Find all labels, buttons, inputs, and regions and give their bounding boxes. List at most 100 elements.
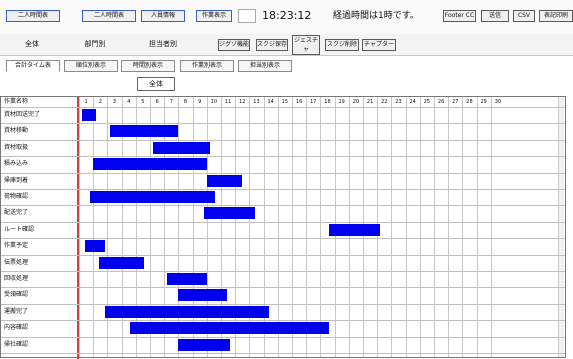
task-row-label: 荷物確認 [4, 193, 29, 200]
hour-gridline [292, 97, 293, 357]
toolbar-button-2[interactable]: 二人時間表 [82, 10, 136, 22]
action-button-2[interactable]: スクジ保存 [256, 39, 288, 51]
toolbar-button-1[interactable]: 二人時間表 [6, 10, 60, 22]
send-button[interactable]: 送信 [481, 10, 509, 22]
row-divider [1, 205, 565, 207]
hour-gridline [277, 97, 279, 357]
filter-select[interactable]: 全体 [137, 77, 175, 91]
task-row-label: 運搬完了 [4, 307, 29, 315]
tab-department[interactable]: 部門別 [70, 34, 120, 54]
task-row-label: 資材移動 [4, 127, 29, 135]
gantt-bar[interactable] [84, 240, 105, 253]
hour-label: 2 [98, 99, 102, 105]
toolbar-button-4[interactable]: 作業表示 [196, 10, 232, 22]
gantt-bar[interactable] [178, 338, 230, 351]
task-row-label: 積み込み [4, 160, 29, 168]
gantt-bar[interactable] [98, 256, 145, 269]
hour-gridline [419, 97, 421, 357]
top-toolbar: 二人時間表 二人時間表 人員情報 作業表示 18:23:12 経過時間は1時です… [0, 0, 573, 34]
hour-label: 10 [210, 99, 218, 105]
header-divider [1, 107, 565, 108]
gantt-bar[interactable] [167, 273, 207, 285]
hour-label: 1 [84, 99, 88, 105]
hour-label: 20 [352, 99, 360, 105]
status-message: 経過時間は1時です。 [333, 11, 419, 21]
subtab-rank[interactable]: 順位別表示 [64, 60, 118, 72]
hour-label: 28 [466, 99, 473, 105]
gantt-grid: 作業名称 1 2 3 4 5 6 7 8 9 10 11 12 13 14 15 16 17 18 19 20 21 22… [0, 96, 566, 359]
gantt-bar[interactable] [110, 125, 179, 138]
hour-gridline [178, 97, 180, 357]
gantt-bar[interactable] [130, 322, 329, 335]
action-button-4[interactable]: スクジ削除 [325, 39, 359, 51]
hour-label: 9 [198, 99, 202, 105]
row-divider [1, 139, 565, 141]
gantt-bar[interactable] [152, 141, 210, 154]
row-divider [1, 221, 565, 223]
row-divider [1, 271, 565, 272]
task-row-label: 内容確認 [4, 324, 29, 332]
row-divider [1, 303, 565, 305]
hour-label: 12 [239, 99, 246, 105]
subtab-hourly[interactable]: 時間別表示 [121, 60, 175, 72]
gantt-bar[interactable] [81, 109, 97, 121]
hour-gridline [476, 97, 478, 357]
hour-gridline [306, 97, 308, 357]
gantt-bar[interactable] [90, 191, 216, 203]
action-button-5[interactable]: チャプター [362, 39, 396, 51]
hour-label: 29 [480, 99, 487, 105]
tab-person[interactable]: 担当者別 [138, 34, 188, 54]
subtab-summary[interactable]: 合計タイム表 [6, 60, 60, 72]
gantt-bar[interactable] [93, 158, 207, 171]
hour-label: 17 [310, 99, 317, 105]
hour-gridline [235, 97, 237, 357]
hour-label: 14 [267, 99, 274, 105]
gantt-bar[interactable] [206, 174, 243, 187]
row-divider [1, 353, 565, 354]
task-row-label: 受領確認 [4, 291, 29, 299]
hour-label: 5 [141, 99, 145, 105]
hour-label: 15 [281, 99, 289, 105]
hour-label: 4 [127, 99, 131, 105]
hour-label: 25 [423, 99, 431, 105]
gantt-bar[interactable] [328, 223, 381, 236]
subtab-task[interactable]: 作業別表示 [180, 60, 234, 72]
row-divider [1, 336, 565, 338]
hour-gridline [434, 97, 435, 357]
hour-label: 7 [169, 99, 173, 105]
task-row-label: 資材取扱 [4, 143, 29, 151]
gantt-bar[interactable] [104, 305, 270, 318]
hour-label: 11 [224, 99, 232, 105]
hour-gridline [93, 97, 95, 357]
hour-label: 3 [112, 99, 117, 105]
action-button-3[interactable]: ジェスチャ 変更 [292, 35, 320, 55]
row-divider [1, 172, 565, 174]
csv-button[interactable]: CSV [513, 10, 535, 22]
hour-gridline [391, 97, 393, 357]
gantt-bar[interactable] [203, 207, 256, 220]
action-button-1[interactable]: ジグゾ機能 [218, 39, 250, 51]
row-divider [1, 254, 565, 256]
hour-gridline [79, 97, 80, 357]
hour-label: 18 [324, 99, 331, 105]
hour-gridline [320, 97, 322, 357]
row-divider [1, 189, 565, 190]
row-divider [1, 320, 565, 322]
task-row-label: 回収処理 [4, 275, 29, 282]
task-row-label: ルート確認 [4, 225, 35, 233]
hour-gridline [490, 97, 492, 357]
footer-button[interactable]: Footer CC [443, 10, 476, 22]
main-tab-row: 全体 部門別 担当者別 ジグゾ機能 スクジ保存 ジェスチャ 変更 スクジ削除 チ… [0, 34, 573, 56]
gantt-bar[interactable] [178, 289, 227, 302]
hour-label: 22 [381, 99, 388, 105]
print-button[interactable]: 表記印刷 [539, 10, 573, 22]
hour-gridline [405, 97, 407, 357]
row-divider [1, 287, 565, 289]
subtab-staff[interactable]: 担当別表示 [238, 60, 292, 72]
toolbar-button-3[interactable]: 人員情報 [141, 10, 185, 22]
hour-gridline [462, 97, 464, 357]
tab-all[interactable]: 全体 [14, 34, 50, 54]
task-row-label: 資材回送完了 [4, 111, 41, 118]
hour-label: 19 [338, 99, 345, 105]
vertical-scrollbar[interactable] [558, 97, 564, 357]
